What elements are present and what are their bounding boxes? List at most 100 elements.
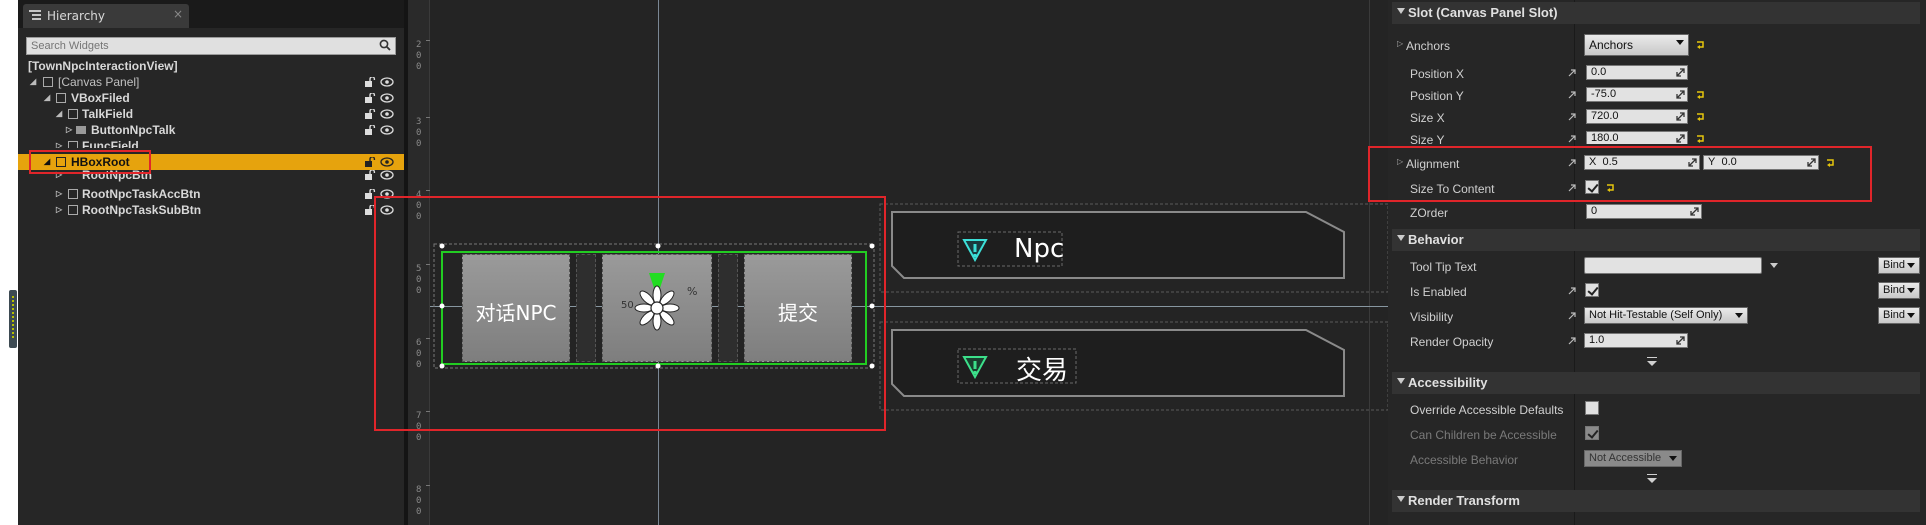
collapse-arrow-icon[interactable]: ◢ [44,93,50,102]
drag-icon [1676,68,1685,77]
search-icon[interactable] [379,39,391,51]
lock-icon[interactable] [364,157,376,167]
npc-panel-label: Npc [1014,234,1065,264]
bind-arrow-icon[interactable] [1567,158,1577,168]
lock-icon[interactable] [364,93,376,103]
tree-item-buttonnpctalk[interactable]: ▷ ButtonNpcTalk [18,122,404,138]
reset-icon[interactable] [1826,158,1835,167]
size-to-content-checkbox[interactable] [1585,180,1599,194]
section-render-transform[interactable]: Render Transform [1392,490,1920,512]
zorder-field[interactable]: 0 [1586,204,1702,219]
close-icon[interactable]: × [173,7,183,21]
bind-arrow-icon[interactable] [1567,311,1577,321]
eye-icon[interactable] [380,205,394,215]
widget-icon [68,205,78,215]
talk-npc-button[interactable]: 对话NPC [462,254,570,362]
prop-position-x: Position X 0.0 [1392,62,1920,84]
expand-arrow-icon[interactable]: ▷ [56,189,62,198]
submit-button[interactable]: 提交 [744,254,852,362]
tree-item-rootnpctasksubbtn[interactable]: ▷ RootNpcTaskSubBtn [18,202,404,218]
anchors-dropdown[interactable]: Anchors [1584,34,1689,56]
bind-arrow-icon[interactable] [1567,90,1577,100]
lock-icon[interactable] [364,109,376,119]
designer-viewport[interactable]: 200 300 400 500 600 700 800 对话NPC 50 % 提… [404,0,1388,525]
section-accessibility[interactable]: Accessibility [1392,372,1920,394]
prop-size-x: Size X 720.0 [1392,106,1920,128]
reset-icon[interactable] [1606,183,1615,192]
eye-icon[interactable] [380,93,394,103]
bind-arrow-icon[interactable] [1567,68,1577,78]
search-input[interactable] [27,38,367,54]
size-x-field[interactable]: 720.0 [1586,109,1688,124]
drag-icon [1676,90,1685,99]
eye-icon[interactable] [380,189,394,199]
bind-arrow-icon[interactable] [1567,336,1577,346]
search-widgets-field[interactable] [26,37,396,55]
lock-icon[interactable] [364,205,376,215]
tab-hierarchy[interactable]: Hierarchy × [23,4,189,28]
collapse-arrow-icon[interactable]: ◢ [30,77,36,86]
expand-arrow-icon[interactable]: ▷ [56,170,62,179]
visibility-dropdown[interactable]: Not Hit-Testable (Self Only) [1584,307,1748,324]
tree-item-vboxfiled[interactable]: ◢ VBoxFiled [18,90,404,106]
expand-arrow-icon[interactable]: ▷ [1397,157,1403,166]
eye-icon[interactable] [380,77,394,87]
lock-icon[interactable] [364,77,376,87]
tooltip-text-field[interactable] [1584,257,1762,274]
chevron-down-icon[interactable] [1770,263,1778,268]
expand-arrow-icon[interactable]: ▷ [56,205,62,214]
bind-dropdown[interactable]: Bind [1878,282,1920,299]
expand-arrow-icon[interactable]: ▷ [66,125,72,134]
tree-item-rootnpcbtn[interactable]: ▷ RootNpcBtn [18,170,404,182]
size-y-field[interactable]: 180.0 [1586,131,1688,144]
percent-text: % [687,285,698,298]
override-accessible-checkbox[interactable] [1585,401,1599,415]
show-more-icon[interactable] [1647,474,1657,483]
section-slot[interactable]: Slot (Canvas Panel Slot) [1392,2,1920,24]
prop-anchors: ▷ Anchors Anchors [1392,34,1920,56]
bind-dropdown[interactable]: Bind [1878,257,1920,274]
tree-item-rootnpctaskaccbtn[interactable]: ▷ RootNpcTaskAccBtn [18,186,404,202]
tree-item-root[interactable]: [TownNpcInteractionView] [18,58,404,74]
position-x-field[interactable]: 0.0 [1586,65,1688,80]
tree-item-canvas-panel[interactable]: ◢ [Canvas Panel] [18,74,404,90]
pivot-icon[interactable] [627,273,687,343]
submit-label: 提交 [778,301,818,325]
hierarchy-icon [29,10,41,21]
collapse-arrow-icon[interactable]: ◢ [44,157,50,166]
position-y-field[interactable]: -75.0 [1586,87,1688,102]
bind-arrow-icon[interactable] [1567,183,1577,193]
center-button[interactable]: 50 % [602,254,712,362]
is-enabled-checkbox[interactable] [1585,283,1599,297]
eye-icon[interactable] [380,157,394,167]
alignment-x-field[interactable]: X 0.5 [1584,155,1700,170]
bind-arrow-icon[interactable] [1567,286,1577,296]
collapse-arrow-icon[interactable]: ◢ [56,109,62,118]
eye-icon[interactable] [380,170,394,180]
eye-icon[interactable] [380,125,394,135]
render-opacity-field[interactable]: 1.0 [1584,333,1688,348]
bind-arrow-icon[interactable] [1567,112,1577,122]
tree-item-label: TalkField [82,107,134,121]
tree-item-hboxroot[interactable]: ◢ HBoxRoot [18,154,404,170]
show-more-icon[interactable] [1647,357,1657,366]
eye-icon[interactable] [380,109,394,119]
tree-item-talkfield[interactable]: ◢ TalkField [18,106,404,122]
alignment-y-field[interactable]: Y 0.0 [1703,155,1819,170]
prop-visibility: Visibility Not Hit-Testable (Self Only) … [1392,305,1920,327]
reset-icon[interactable] [1696,90,1705,99]
children-accessible-checkbox [1585,426,1599,440]
lock-icon[interactable] [364,170,376,180]
lock-icon[interactable] [364,125,376,135]
reset-icon[interactable] [1696,40,1705,49]
reset-icon[interactable] [1696,112,1705,121]
tree-item-funcfield[interactable]: ▷ FuncField [18,138,404,148]
reset-icon[interactable] [1696,134,1705,143]
expand-arrow-icon[interactable]: ▷ [56,141,62,148]
section-behavior[interactable]: Behavior [1392,229,1920,251]
bind-arrow-icon[interactable] [1567,134,1577,144]
expand-arrow-icon[interactable]: ▷ [1397,39,1403,48]
bind-dropdown[interactable]: Bind [1878,307,1920,324]
lock-icon[interactable] [364,189,376,199]
toolbar-tab-indicator[interactable] [9,290,17,348]
